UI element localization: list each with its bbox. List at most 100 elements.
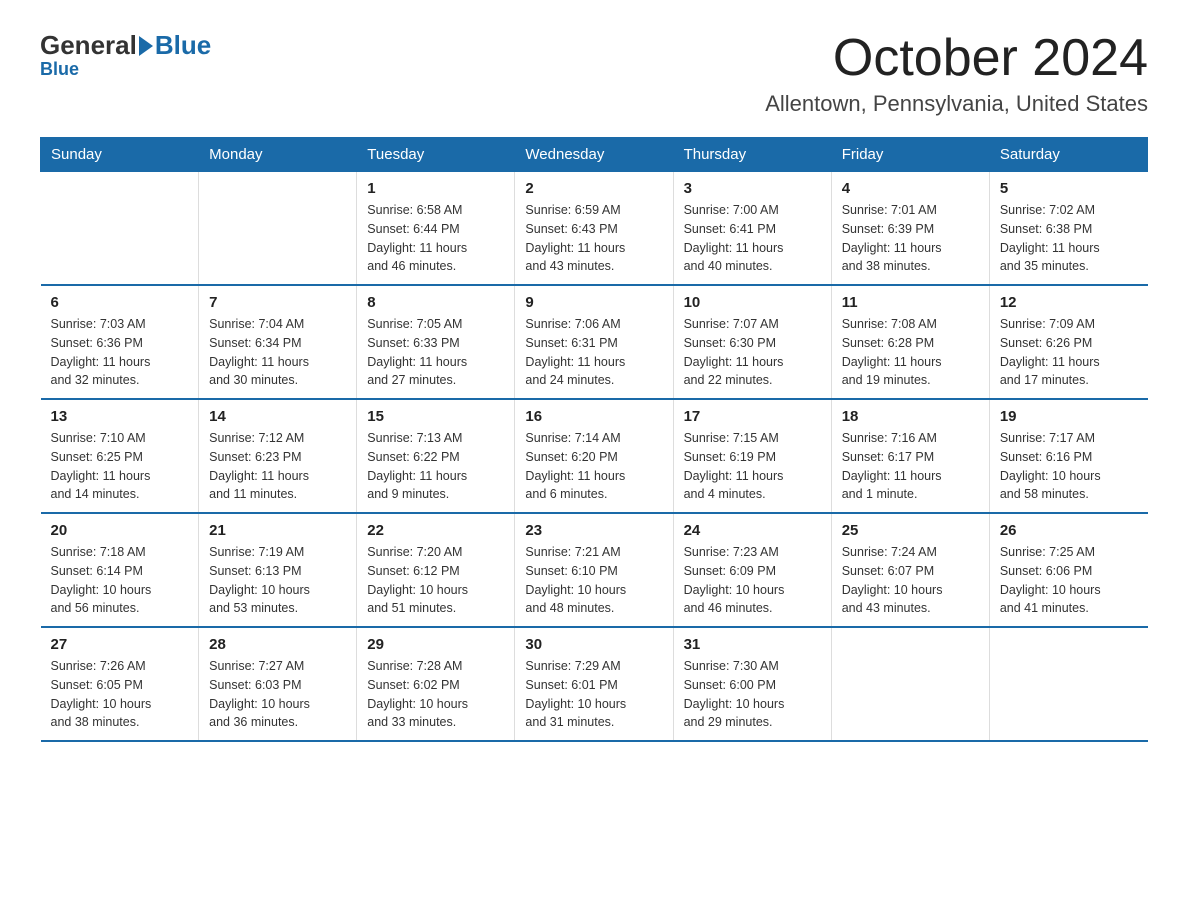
day-number: 3 bbox=[684, 180, 821, 197]
calendar-cell: 24 Sunrise: 7:23 AM Sunset: 6:09 PM Dayli… bbox=[673, 513, 831, 627]
day-info: Sunrise: 7:26 AM Sunset: 6:05 PM Dayligh… bbox=[51, 657, 189, 732]
calendar-cell bbox=[199, 172, 357, 286]
calendar-cell: 26Sunrise: 7:25 AM Sunset: 6:06 PM Dayli… bbox=[989, 513, 1147, 627]
week-row: 20 Sunrise: 7:18 AM Sunset: 6:14 PM Dayli… bbox=[41, 513, 1148, 627]
calendar-cell: 20 Sunrise: 7:18 AM Sunset: 6:14 PM Dayli… bbox=[41, 513, 199, 627]
title-area: October 2024 Allentown, Pennsylvania, Un… bbox=[765, 30, 1148, 117]
logo-area: General Blue Blue bbox=[40, 30, 211, 80]
header-cell-monday: Monday bbox=[199, 138, 357, 172]
calendar-cell: 13 Sunrise: 7:10 AM Sunset: 6:25 PM Dayli… bbox=[41, 399, 199, 513]
calendar-cell: 18 Sunrise: 7:16 AM Sunset: 6:17 PM Dayli… bbox=[831, 399, 989, 513]
calendar-cell: 19 Sunrise: 7:17 AM Sunset: 6:16 PM Dayli… bbox=[989, 399, 1147, 513]
calendar-header: SundayMondayTuesdayWednesdayThursdayFrid… bbox=[41, 138, 1148, 172]
header-row: SundayMondayTuesdayWednesdayThursdayFrid… bbox=[41, 138, 1148, 172]
week-row: 27 Sunrise: 7:26 AM Sunset: 6:05 PM Dayli… bbox=[41, 627, 1148, 741]
day-info: Sunrise: 7:08 AM Sunset: 6:28 PM Dayligh… bbox=[842, 315, 979, 390]
day-info: Sunrise: 6:59 AM Sunset: 6:43 PM Dayligh… bbox=[525, 201, 662, 276]
day-number: 22 bbox=[367, 522, 504, 539]
calendar-cell: 12Sunrise: 7:09 AM Sunset: 6:26 PM Dayli… bbox=[989, 285, 1147, 399]
day-info: Sunrise: 7:16 AM Sunset: 6:17 PM Dayligh… bbox=[842, 429, 979, 504]
day-number: 25 bbox=[842, 522, 979, 539]
page-title: October 2024 bbox=[765, 30, 1148, 87]
calendar-cell: 9Sunrise: 7:06 AM Sunset: 6:31 PM Daylig… bbox=[515, 285, 673, 399]
day-info: Sunrise: 7:09 AM Sunset: 6:26 PM Dayligh… bbox=[1000, 315, 1138, 390]
day-info: Sunrise: 6:58 AM Sunset: 6:44 PM Dayligh… bbox=[367, 201, 504, 276]
header-cell-saturday: Saturday bbox=[989, 138, 1147, 172]
calendar-cell: 29 Sunrise: 7:28 AM Sunset: 6:02 PM Dayli… bbox=[357, 627, 515, 741]
header: General Blue Blue October 2024 Allentown… bbox=[40, 30, 1148, 117]
day-info: Sunrise: 7:23 AM Sunset: 6:09 PM Dayligh… bbox=[684, 543, 821, 618]
calendar-cell bbox=[831, 627, 989, 741]
day-number: 21 bbox=[209, 522, 346, 539]
calendar-cell bbox=[41, 172, 199, 286]
calendar-cell: 31Sunrise: 7:30 AM Sunset: 6:00 PM Dayli… bbox=[673, 627, 831, 741]
calendar-body: 1 Sunrise: 6:58 AM Sunset: 6:44 PM Daylig… bbox=[41, 172, 1148, 742]
day-info: Sunrise: 7:03 AM Sunset: 6:36 PM Dayligh… bbox=[51, 315, 189, 390]
calendar-cell: 4Sunrise: 7:01 AM Sunset: 6:39 PM Daylig… bbox=[831, 172, 989, 286]
day-number: 9 bbox=[525, 294, 662, 311]
day-number: 29 bbox=[367, 636, 504, 653]
day-info: Sunrise: 7:14 AM Sunset: 6:20 PM Dayligh… bbox=[525, 429, 662, 504]
day-info: Sunrise: 7:27 AM Sunset: 6:03 PM Dayligh… bbox=[209, 657, 346, 732]
day-number: 18 bbox=[842, 408, 979, 425]
day-info: Sunrise: 7:02 AM Sunset: 6:38 PM Dayligh… bbox=[1000, 201, 1138, 276]
day-info: Sunrise: 7:15 AM Sunset: 6:19 PM Dayligh… bbox=[684, 429, 821, 504]
day-number: 26 bbox=[1000, 522, 1138, 539]
logo-arrow-icon bbox=[139, 36, 153, 56]
header-cell-wednesday: Wednesday bbox=[515, 138, 673, 172]
header-cell-thursday: Thursday bbox=[673, 138, 831, 172]
day-info: Sunrise: 7:29 AM Sunset: 6:01 PM Dayligh… bbox=[525, 657, 662, 732]
calendar-cell: 7Sunrise: 7:04 AM Sunset: 6:34 PM Daylig… bbox=[199, 285, 357, 399]
day-number: 7 bbox=[209, 294, 346, 311]
calendar-cell: 3Sunrise: 7:00 AM Sunset: 6:41 PM Daylig… bbox=[673, 172, 831, 286]
day-number: 11 bbox=[842, 294, 979, 311]
day-info: Sunrise: 7:13 AM Sunset: 6:22 PM Dayligh… bbox=[367, 429, 504, 504]
calendar-cell: 17 Sunrise: 7:15 AM Sunset: 6:19 PM Dayli… bbox=[673, 399, 831, 513]
logo-subtitle: Blue bbox=[40, 59, 79, 80]
week-row: 13 Sunrise: 7:10 AM Sunset: 6:25 PM Dayli… bbox=[41, 399, 1148, 513]
day-number: 28 bbox=[209, 636, 346, 653]
logo-general-text: General bbox=[40, 30, 137, 61]
day-number: 15 bbox=[367, 408, 504, 425]
day-number: 27 bbox=[51, 636, 189, 653]
day-number: 16 bbox=[525, 408, 662, 425]
day-number: 6 bbox=[51, 294, 189, 311]
location-subtitle: Allentown, Pennsylvania, United States bbox=[765, 91, 1148, 117]
day-number: 19 bbox=[1000, 408, 1138, 425]
day-number: 24 bbox=[684, 522, 821, 539]
day-info: Sunrise: 7:17 AM Sunset: 6:16 PM Dayligh… bbox=[1000, 429, 1138, 504]
day-info: Sunrise: 7:28 AM Sunset: 6:02 PM Dayligh… bbox=[367, 657, 504, 732]
day-number: 20 bbox=[51, 522, 189, 539]
logo: General Blue bbox=[40, 30, 211, 61]
calendar-cell: 23 Sunrise: 7:21 AM Sunset: 6:10 PM Dayli… bbox=[515, 513, 673, 627]
day-number: 17 bbox=[684, 408, 821, 425]
calendar-cell: 25 Sunrise: 7:24 AM Sunset: 6:07 PM Dayli… bbox=[831, 513, 989, 627]
day-info: Sunrise: 7:24 AM Sunset: 6:07 PM Dayligh… bbox=[842, 543, 979, 618]
calendar-table: SundayMondayTuesdayWednesdayThursdayFrid… bbox=[40, 137, 1148, 742]
day-info: Sunrise: 7:12 AM Sunset: 6:23 PM Dayligh… bbox=[209, 429, 346, 504]
day-info: Sunrise: 7:10 AM Sunset: 6:25 PM Dayligh… bbox=[51, 429, 189, 504]
calendar-cell: 11 Sunrise: 7:08 AM Sunset: 6:28 PM Dayli… bbox=[831, 285, 989, 399]
day-number: 1 bbox=[367, 180, 504, 197]
day-info: Sunrise: 7:20 AM Sunset: 6:12 PM Dayligh… bbox=[367, 543, 504, 618]
day-number: 10 bbox=[684, 294, 821, 311]
calendar-cell: 5Sunrise: 7:02 AM Sunset: 6:38 PM Daylig… bbox=[989, 172, 1147, 286]
header-cell-sunday: Sunday bbox=[41, 138, 199, 172]
day-number: 13 bbox=[51, 408, 189, 425]
day-number: 23 bbox=[525, 522, 662, 539]
day-info: Sunrise: 7:07 AM Sunset: 6:30 PM Dayligh… bbox=[684, 315, 821, 390]
calendar-cell: 1 Sunrise: 6:58 AM Sunset: 6:44 PM Daylig… bbox=[357, 172, 515, 286]
calendar-cell: 30Sunrise: 7:29 AM Sunset: 6:01 PM Dayli… bbox=[515, 627, 673, 741]
day-number: 14 bbox=[209, 408, 346, 425]
calendar-cell: 27 Sunrise: 7:26 AM Sunset: 6:05 PM Dayli… bbox=[41, 627, 199, 741]
day-info: Sunrise: 7:05 AM Sunset: 6:33 PM Dayligh… bbox=[367, 315, 504, 390]
calendar-cell: 21Sunrise: 7:19 AM Sunset: 6:13 PM Dayli… bbox=[199, 513, 357, 627]
logo-blue-text: Blue bbox=[155, 30, 211, 61]
day-info: Sunrise: 7:21 AM Sunset: 6:10 PM Dayligh… bbox=[525, 543, 662, 618]
calendar-cell bbox=[989, 627, 1147, 741]
day-number: 2 bbox=[525, 180, 662, 197]
day-info: Sunrise: 7:18 AM Sunset: 6:14 PM Dayligh… bbox=[51, 543, 189, 618]
day-info: Sunrise: 7:30 AM Sunset: 6:00 PM Dayligh… bbox=[684, 657, 821, 732]
calendar-cell: 8Sunrise: 7:05 AM Sunset: 6:33 PM Daylig… bbox=[357, 285, 515, 399]
calendar-cell: 6 Sunrise: 7:03 AM Sunset: 6:36 PM Daylig… bbox=[41, 285, 199, 399]
